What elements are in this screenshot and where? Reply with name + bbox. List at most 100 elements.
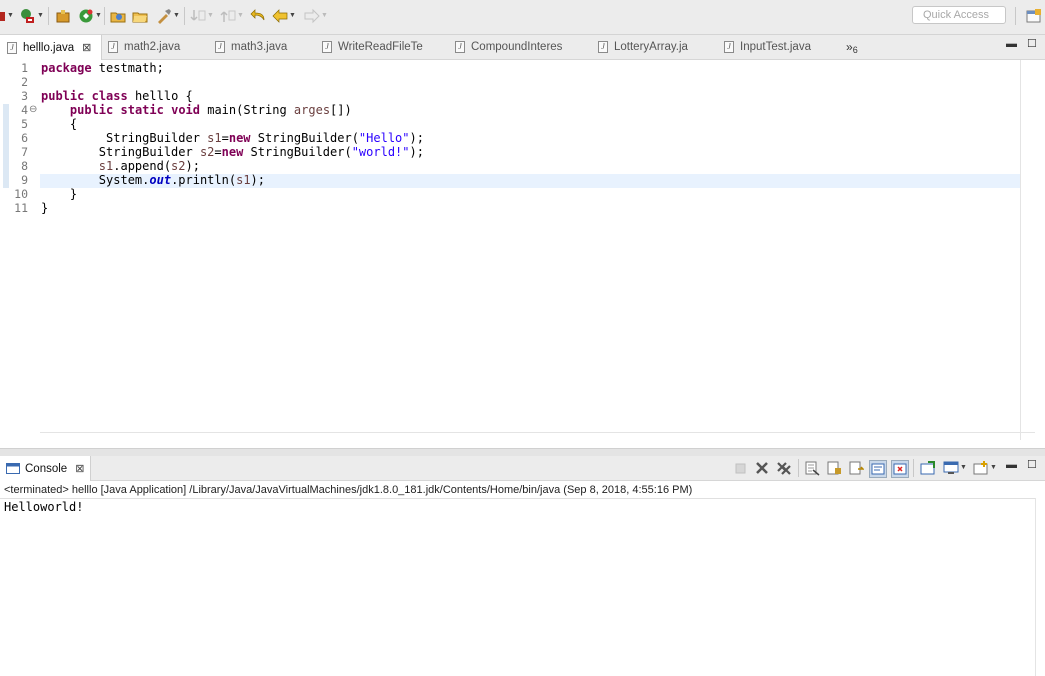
last-edit-button[interactable] bbox=[250, 8, 266, 24]
maximize-icon[interactable]: ☐ bbox=[1027, 458, 1037, 471]
java-file-icon: J bbox=[598, 41, 608, 53]
prev-annotation-icon bbox=[220, 10, 236, 22]
main-toolbar: ▼ ▼ ▼ ▼ ▼ ▼ ▼ ▼ Quick Access bbox=[0, 0, 1045, 33]
close-icon[interactable]: ⊠ bbox=[75, 462, 84, 475]
chevron-right-double-icon: » bbox=[846, 40, 853, 54]
last-edit-icon bbox=[250, 9, 265, 21]
code-text: helllo { bbox=[127, 89, 193, 103]
keyword: void bbox=[171, 103, 200, 117]
parameter: arges bbox=[293, 103, 331, 117]
console-vertical-ruler bbox=[1035, 498, 1036, 676]
line-number: 1 bbox=[21, 61, 28, 75]
local-variable: s1 bbox=[98, 159, 114, 173]
code-line: } bbox=[41, 201, 48, 215]
console-icon bbox=[6, 462, 20, 474]
toolbar-separator bbox=[184, 7, 185, 25]
line-number: 2 bbox=[21, 75, 28, 89]
keyword: class bbox=[91, 89, 128, 103]
code-line: } bbox=[41, 187, 77, 201]
console-output[interactable]: Helloworld! bbox=[4, 500, 83, 514]
refactor-icon bbox=[158, 9, 171, 24]
remove-all-launches-icon[interactable] bbox=[776, 460, 792, 476]
open-type-button[interactable] bbox=[110, 8, 126, 24]
tab-inputtest-java[interactable]: J InputTest.java bbox=[724, 35, 811, 59]
minimize-icon[interactable]: ▬ bbox=[1006, 38, 1017, 50]
line-number: 9 bbox=[21, 173, 28, 187]
line-number: 3 bbox=[21, 89, 28, 103]
tab-compoundinterest[interactable]: J CompoundInteres bbox=[455, 35, 562, 59]
back-dropdown[interactable]: ▼ bbox=[272, 8, 296, 24]
console-pane: Console ⊠ ▼ ▼ ▬ ☐ <terminated> helllo [J… bbox=[0, 456, 1045, 676]
chevron-down-icon: ▼ bbox=[960, 464, 967, 471]
open-folder-button[interactable] bbox=[132, 8, 148, 24]
toolbar-separator bbox=[1015, 7, 1016, 25]
maximize-icon[interactable]: ☐ bbox=[1027, 37, 1037, 50]
forward-icon bbox=[304, 8, 320, 24]
coverage-dropdown[interactable]: ▼ bbox=[78, 8, 102, 24]
code-line: StringBuilder s1=new StringBuilder("Hell… bbox=[41, 131, 424, 145]
tab-math2-java[interactable]: J math2.java bbox=[108, 35, 180, 59]
local-variable: s2 bbox=[171, 159, 186, 173]
tab-helllo-java[interactable]: J helllo.java ⊠ bbox=[0, 35, 103, 60]
code-text: StringBuilder bbox=[41, 131, 208, 145]
line-number: 4 bbox=[21, 103, 28, 117]
code-text: System. bbox=[41, 173, 150, 187]
run-dropdown[interactable]: ▼ bbox=[18, 8, 44, 24]
tab-lotteryarray[interactable]: J LotteryArray.ja bbox=[598, 35, 688, 59]
new-package-button[interactable] bbox=[55, 8, 71, 24]
chevron-down-icon: ▼ bbox=[7, 12, 14, 19]
refactor-dropdown[interactable]: ▼ bbox=[156, 8, 180, 24]
keyword: static bbox=[120, 103, 164, 117]
show-on-output-icon[interactable] bbox=[869, 460, 887, 478]
quick-access-input[interactable]: Quick Access bbox=[912, 6, 1006, 24]
fold-collapse-icon[interactable]: ⊖ bbox=[29, 103, 37, 117]
tab-overflow-button[interactable]: » 6 bbox=[846, 35, 858, 59]
pin-console-icon[interactable] bbox=[920, 460, 936, 476]
open-perspective-button[interactable] bbox=[1026, 8, 1042, 24]
chevron-down-icon: ▼ bbox=[289, 12, 296, 19]
code-text: } bbox=[41, 201, 49, 215]
tab-label: InputTest.java bbox=[740, 41, 811, 53]
keyword: package bbox=[41, 61, 92, 75]
minimize-icon[interactable]: ▬ bbox=[1006, 459, 1017, 471]
tab-writereadfile[interactable]: J WriteReadFileTe bbox=[322, 35, 423, 59]
open-console-dropdown[interactable]: ▼ bbox=[973, 460, 997, 476]
tab-label: Console bbox=[25, 462, 68, 475]
prev-annotation-dropdown[interactable]: ▼ bbox=[220, 8, 244, 24]
code-editor[interactable]: 1 2 3 4 ⊖ 5 6 7 8 9 10 11 package testma… bbox=[0, 60, 1045, 449]
line-number: 11 bbox=[14, 201, 28, 215]
debug-icon bbox=[0, 12, 5, 21]
code-text: ); bbox=[250, 173, 265, 187]
open-type-icon bbox=[110, 12, 126, 23]
editor-tab-bar: J helllo.java ⊠ J math2.java J math3.jav… bbox=[0, 35, 1045, 60]
clear-console-icon[interactable] bbox=[804, 460, 820, 476]
editor-pane: J helllo.java ⊠ J math2.java J math3.jav… bbox=[0, 34, 1045, 449]
show-on-error-icon[interactable] bbox=[891, 460, 909, 478]
word-wrap-icon[interactable] bbox=[848, 460, 864, 476]
chevron-down-icon: ▼ bbox=[990, 464, 997, 471]
code-text: = bbox=[221, 131, 229, 145]
next-annotation-dropdown[interactable]: ▼ bbox=[190, 8, 214, 24]
scroll-lock-icon[interactable] bbox=[826, 460, 842, 476]
new-package-icon bbox=[56, 10, 70, 23]
code-text: } bbox=[41, 187, 78, 201]
console-status-line: <terminated> helllo [Java Application] /… bbox=[4, 484, 693, 496]
code-line: StringBuilder s2=new StringBuilder("worl… bbox=[41, 145, 424, 159]
code-line: public static void main(String arges[]) bbox=[41, 103, 352, 117]
terminate-icon[interactable] bbox=[733, 460, 749, 476]
open-folder-icon bbox=[132, 12, 148, 23]
java-file-icon: J bbox=[724, 41, 734, 53]
tab-math3-java[interactable]: J math3.java bbox=[215, 35, 287, 59]
remove-launch-icon[interactable] bbox=[754, 460, 770, 476]
debug-dropdown[interactable]: ▼ bbox=[0, 8, 14, 24]
display-console-dropdown[interactable]: ▼ bbox=[943, 460, 967, 476]
code-text: ); bbox=[409, 131, 424, 145]
close-icon[interactable]: ⊠ bbox=[82, 41, 91, 54]
java-file-icon: J bbox=[215, 41, 225, 53]
chevron-down-icon: ▼ bbox=[207, 12, 214, 19]
local-variable: s1 bbox=[236, 173, 251, 187]
chevron-down-icon: ▼ bbox=[95, 12, 102, 19]
tab-console[interactable]: Console ⊠ bbox=[0, 456, 91, 481]
forward-dropdown[interactable]: ▼ bbox=[304, 8, 328, 24]
